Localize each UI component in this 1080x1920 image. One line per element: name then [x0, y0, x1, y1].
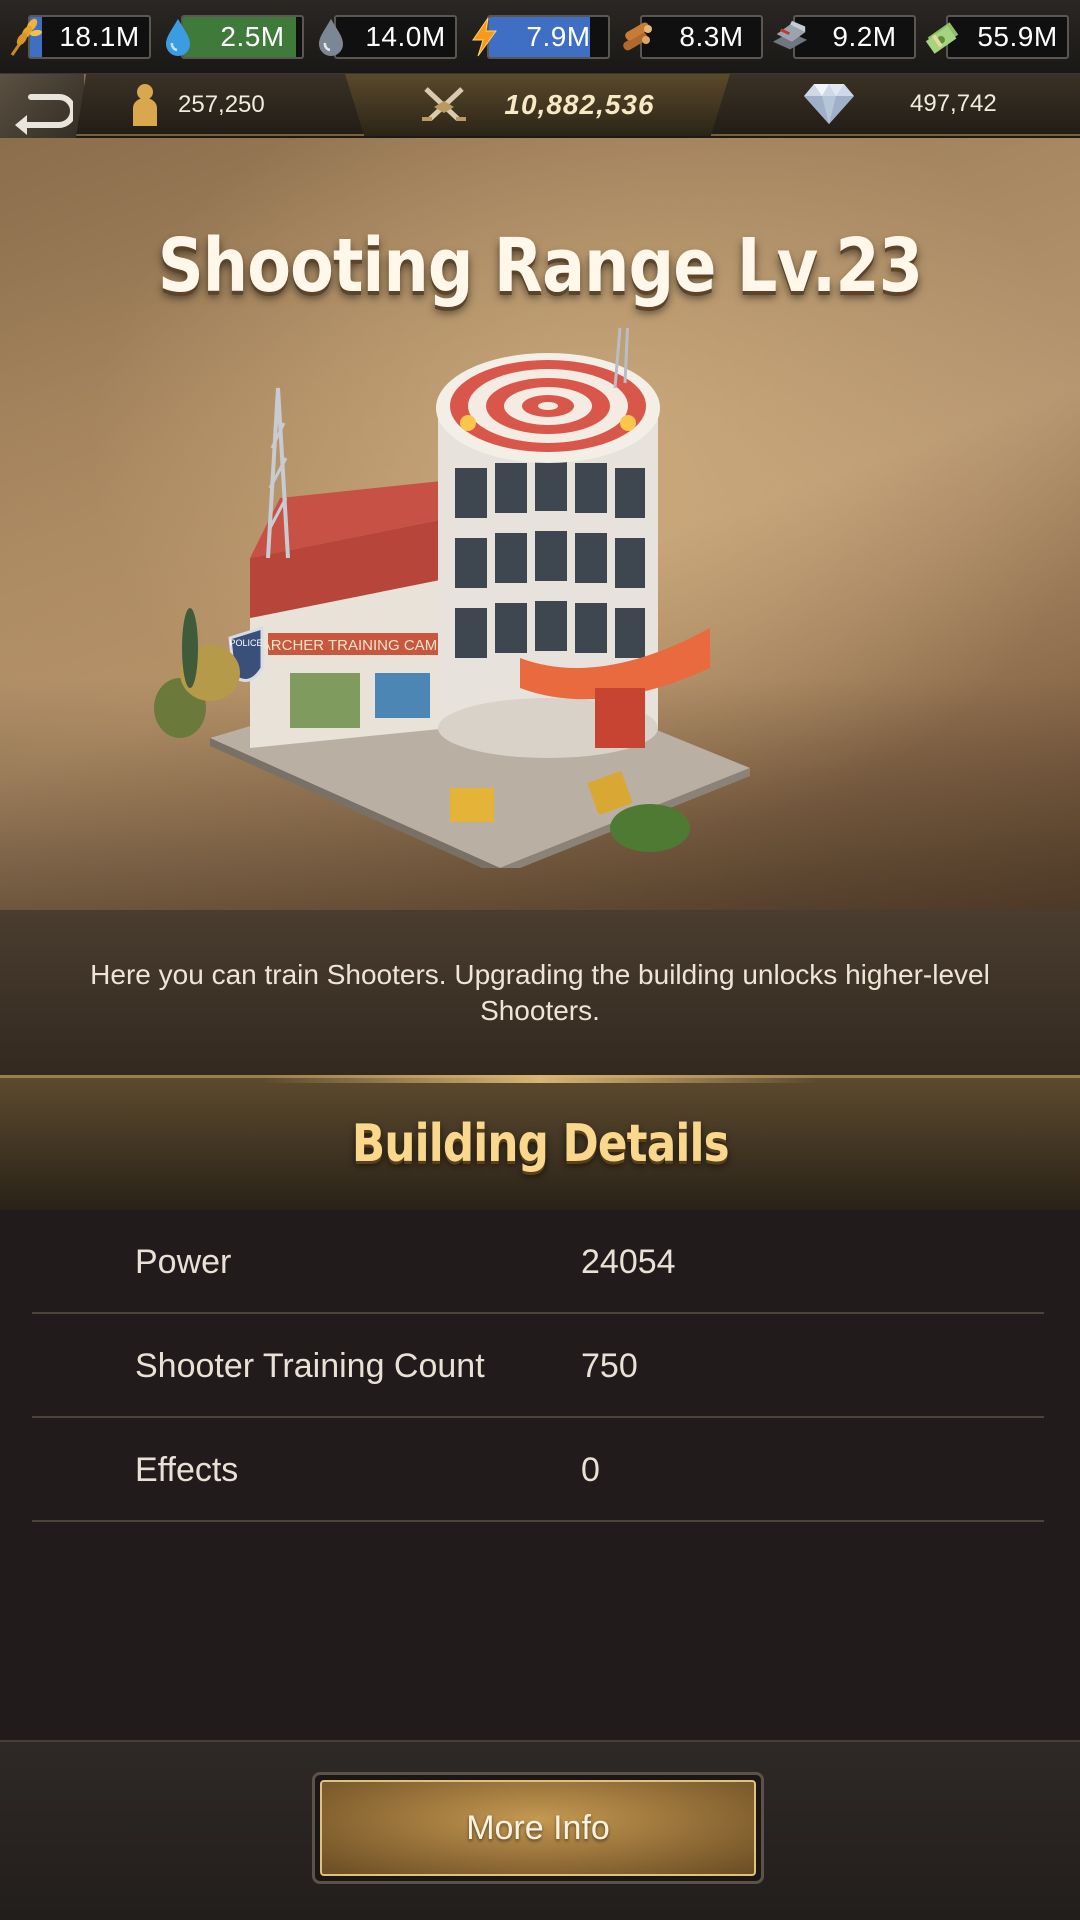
building-title: Shooting Range Lv.23 — [157, 223, 923, 309]
crossed-swords-icon — [422, 87, 467, 121]
wood-logs-icon — [618, 15, 656, 59]
resource-food[interactable]: 18.1M — [6, 14, 151, 59]
resource-value: 7.9M — [526, 20, 591, 52]
resource-value: 14.0M — [365, 20, 446, 52]
population-display: 257,250 — [128, 82, 265, 128]
shooting-range-building-illustration: ARCHER TRAINING CAMP POLICE — [154, 328, 750, 868]
detail-label: Shooter Training Count — [135, 1347, 485, 1385]
building-details-header: Building Details — [0, 1075, 1080, 1210]
more-info-button[interactable]: More Info — [312, 1772, 764, 1884]
building-description-panel: Here you can train Shooters. Upgrading t… — [0, 910, 1080, 1075]
section-title: Building Details — [351, 1114, 730, 1174]
building-description: Here you can train Shooters. Upgrading t… — [90, 958, 990, 1026]
lightning-icon — [465, 15, 503, 59]
detail-row: Effects 0 — [32, 1418, 1044, 1522]
detail-label: Effects — [135, 1451, 239, 1489]
resource-value: 9.2M — [832, 20, 897, 52]
resource-value: 2.5M — [220, 20, 285, 52]
detail-value: 0 — [581, 1451, 600, 1489]
gems-display[interactable]: 497,742 — [800, 82, 1060, 126]
resource-water[interactable]: 2.5M — [159, 14, 304, 59]
resource-value: 8.3M — [679, 20, 744, 52]
detail-label: Power — [135, 1243, 232, 1281]
resource-value: 18.1M — [59, 20, 140, 52]
population-value: 257,250 — [178, 91, 265, 118]
resource-value: 55.9M — [977, 20, 1058, 52]
resource-cash[interactable]: 55.9M — [924, 14, 1069, 59]
details-table: Power 24054 Shooter Training Count 750 E… — [0, 1210, 1080, 1740]
gems-value: 497,742 — [910, 90, 997, 117]
police-badge-text: POLICE — [229, 638, 262, 648]
oil-drop-icon — [312, 15, 350, 59]
resource-wood[interactable]: 8.3M — [618, 14, 763, 59]
building-scene: Shooting Range Lv.23 ARCHER TRAINING CAM… — [0, 138, 1080, 910]
power-value: 10,882,536 — [504, 89, 655, 120]
wheat-icon — [6, 15, 44, 59]
footer-bar: More Info — [0, 1740, 1080, 1920]
detail-row: Power 24054 — [32, 1210, 1044, 1314]
diamond-icon — [804, 84, 854, 124]
back-arrow-icon — [15, 94, 73, 135]
power-display[interactable]: 10,882,536 — [345, 74, 730, 136]
steel-ingot-icon — [771, 15, 809, 59]
water-drop-icon — [159, 15, 197, 59]
resource-bar: 18.1M 2.5M 14.0M 7.9M 8.3M 9.2M 55.9M — [0, 0, 1080, 74]
detail-row: Shooter Training Count 750 — [32, 1314, 1044, 1418]
detail-value: 750 — [581, 1347, 638, 1385]
resource-electricity[interactable]: 7.9M — [465, 14, 610, 59]
resource-steel[interactable]: 9.2M — [771, 14, 916, 59]
resource-oil[interactable]: 14.0M — [312, 14, 457, 59]
detail-value: 24054 — [581, 1243, 676, 1281]
cash-icon — [924, 15, 962, 59]
person-icon — [133, 84, 157, 126]
more-info-label: More Info — [320, 1780, 756, 1876]
sign-text: ARCHER TRAINING CAMP — [261, 637, 447, 654]
header-bar: 257,250 10,882,536 497,742 — [0, 74, 1080, 150]
